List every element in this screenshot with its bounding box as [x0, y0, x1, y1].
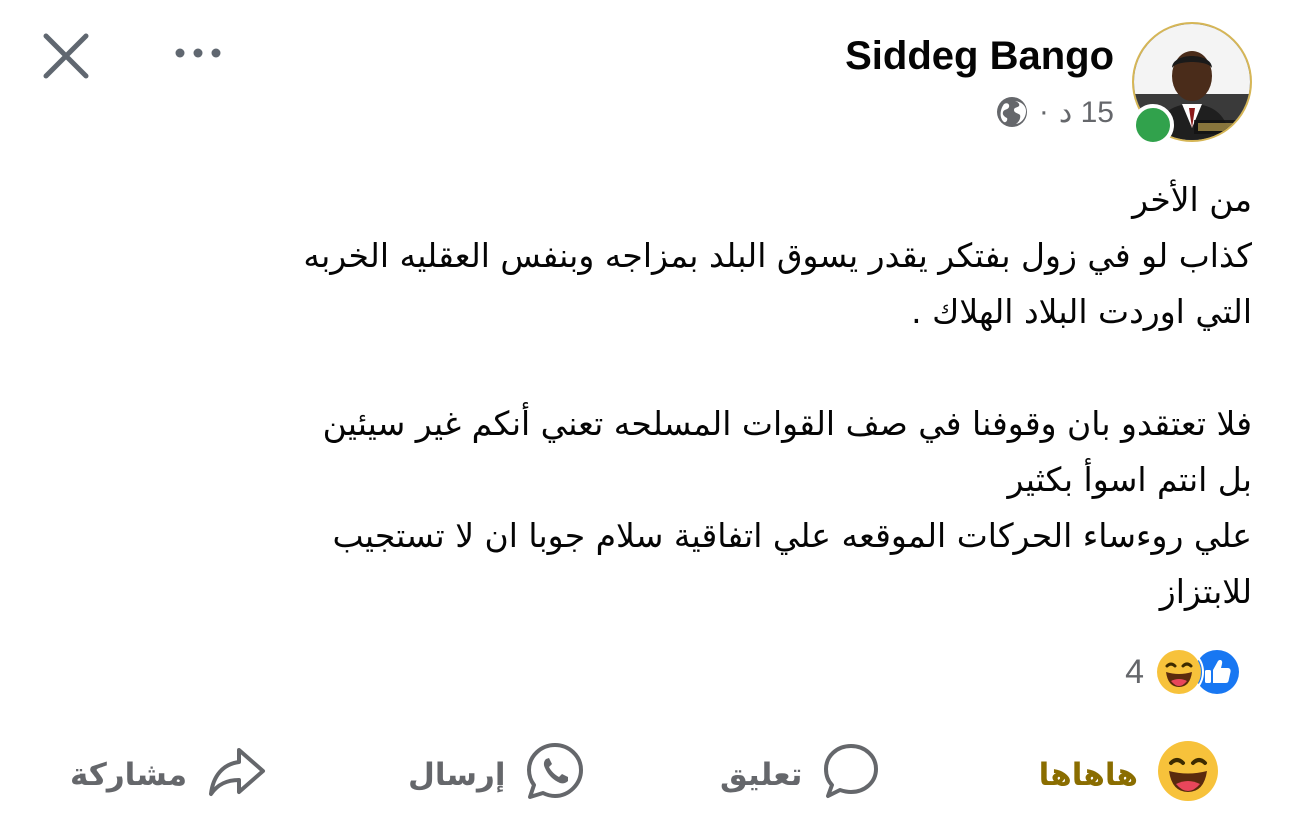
send-whatsapp-button[interactable]: إرسال — [408, 740, 586, 810]
more-options-icon — [175, 48, 221, 58]
comment-button[interactable]: تعليق — [720, 740, 882, 810]
haha-icon — [1156, 739, 1220, 811]
reactions-summary[interactable]: 4 — [1125, 647, 1242, 697]
reaction-count[interactable]: 4 — [1125, 653, 1144, 692]
post-line: فلا تعتقدو بان وقوفنا في صف القوات المسل… — [322, 404, 1252, 443]
close-icon — [43, 33, 89, 79]
post-line: التي اوردت البلاد الهلاك . — [911, 292, 1252, 331]
whatsapp-icon — [524, 740, 586, 810]
globe-icon[interactable] — [995, 95, 1029, 129]
post-line: من الأخر — [1132, 180, 1252, 219]
post-line-blank — [52, 340, 1252, 396]
post-line: للابتزاز — [1159, 572, 1252, 611]
share-button[interactable]: مشاركة — [70, 740, 269, 810]
share-icon — [205, 740, 269, 810]
share-button-label: مشاركة — [70, 757, 188, 793]
online-status-dot — [1132, 104, 1174, 146]
comment-icon — [820, 740, 882, 810]
meta-separator: · — [1038, 95, 1049, 128]
author-name[interactable]: Siddeg Bango — [845, 34, 1114, 79]
avatar-container[interactable] — [1132, 22, 1252, 146]
post-line: بل انتم اسوأ بكثير — [1007, 460, 1253, 499]
post-line: علي روءساء الحركات الموقعه علي اتفاقية س… — [332, 516, 1252, 555]
react-button[interactable]: هاهاها — [1039, 740, 1220, 810]
post-line: كذاب لو في زول بفتكر يقدر يسوق البلد بمز… — [303, 236, 1252, 275]
comment-button-label: تعليق — [720, 757, 803, 793]
haha-icon — [1154, 647, 1204, 697]
more-options-button[interactable] — [170, 38, 230, 68]
react-button-label: هاهاها — [1038, 757, 1138, 793]
send-button-label: إرسال — [408, 757, 506, 793]
post-time[interactable]: 15 د — [1059, 95, 1114, 130]
post-meta: · 15 د — [995, 92, 1114, 132]
post-text: من الأخر كذاب لو في زول بفتكر يقدر يسوق … — [52, 172, 1252, 620]
close-button[interactable] — [38, 28, 94, 84]
